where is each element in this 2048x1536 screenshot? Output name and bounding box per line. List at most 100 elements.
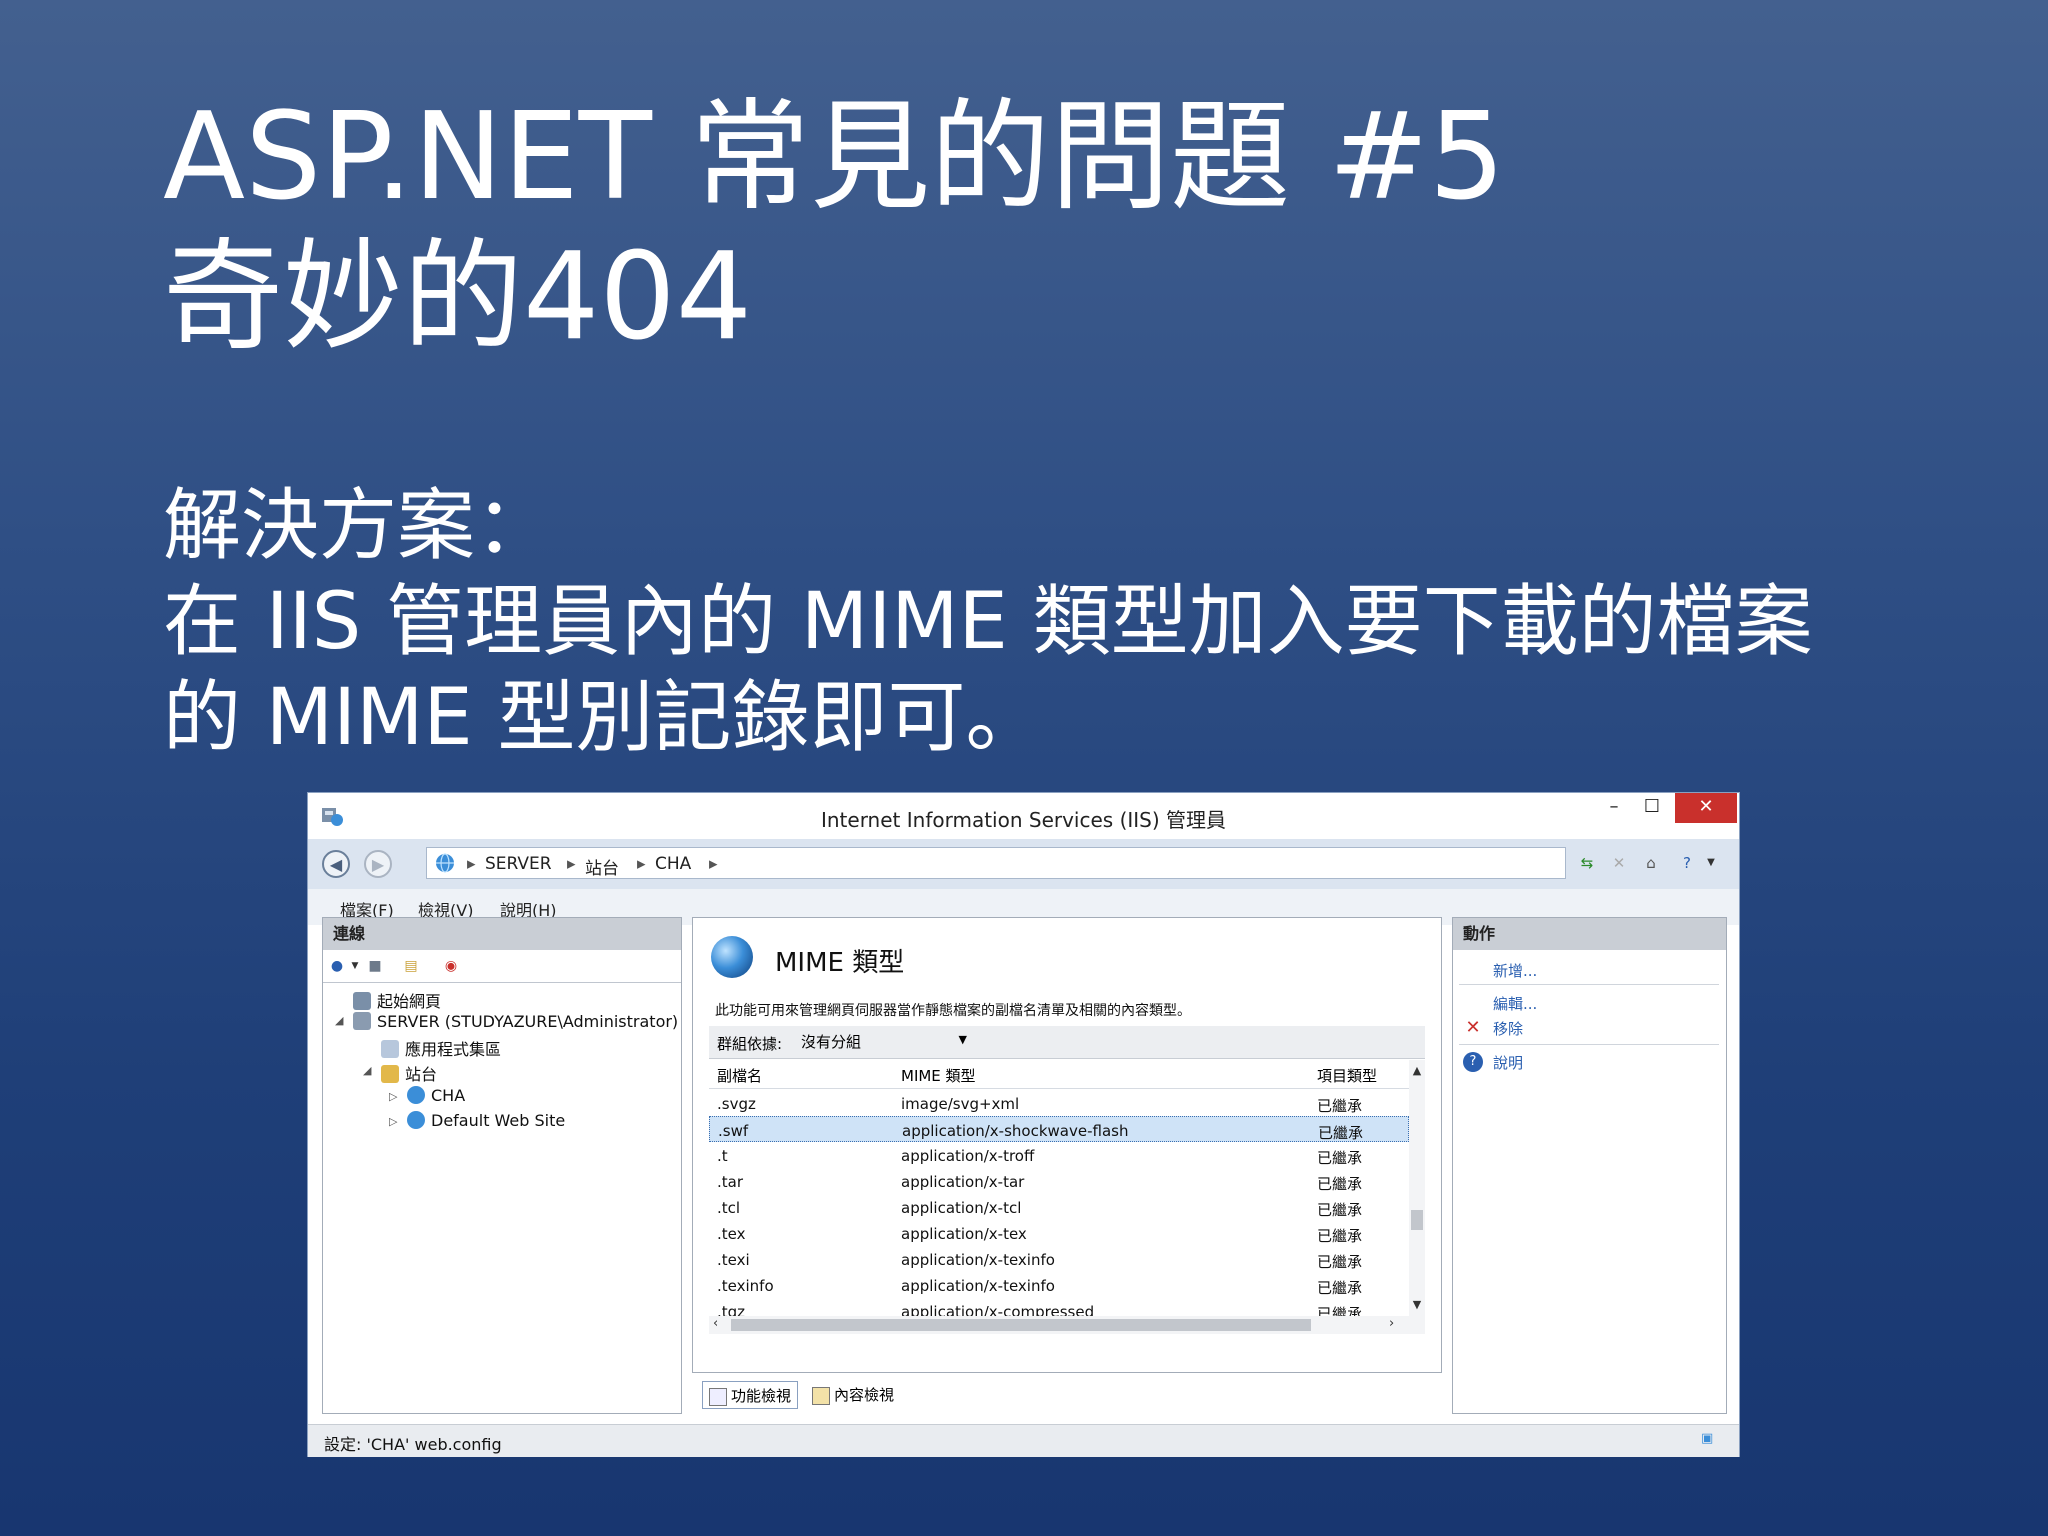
expand-arrow-icon[interactable]: ▷ [389, 1115, 397, 1128]
connect-icon[interactable]: ● [327, 956, 347, 976]
chevron-down-icon: ▼ [958, 1033, 967, 1046]
breadcrumb-sites[interactable]: 站台 [585, 854, 619, 879]
tree-app-pools[interactable]: 應用程式集區 [381, 1036, 501, 1060]
home-icon[interactable]: ⌂ [1640, 852, 1662, 874]
cell-mime-type: application/x-shockwave-flash [902, 1122, 1129, 1140]
collapse-arrow-icon[interactable]: ◢ [363, 1064, 371, 1077]
table-row-selected[interactable]: .swf application/x-shockwave-flash 已繼承 [709, 1116, 1409, 1142]
cell-extension: .texinfo [717, 1277, 774, 1295]
breadcrumb-sep-icon: ▸ [709, 854, 718, 874]
actions-header: 動作 [1453, 918, 1726, 950]
tree-label: CHA [431, 1086, 466, 1105]
slide-body: 解決方案： 在 IIS 管理員內的 MIME 類型加入要下載的檔案 的 MIME… [163, 478, 1813, 766]
slide-body-line-1: 解決方案： [163, 481, 554, 571]
action-edit[interactable]: 編輯... [1493, 993, 1537, 1014]
cell-extension: .swf [718, 1122, 749, 1140]
group-by-select[interactable]: 沒有分組 ▼ [801, 1031, 971, 1053]
table-row[interactable]: .tcl application/x-tcl 已繼承 [709, 1194, 1409, 1220]
mime-header: MIME 類型 [693, 918, 1441, 998]
scroll-left-icon[interactable]: ‹ [713, 1316, 718, 1331]
actions-pane: 動作 新增... 編輯... ✕ 移除 ? 說明 [1452, 917, 1727, 1414]
breadcrumb[interactable]: ▸ SERVER ▸ 站台 ▸ CHA ▸ [426, 847, 1566, 879]
vertical-scrollbar[interactable]: ▲ ▼ [1409, 1060, 1425, 1316]
chevron-down-icon[interactable]: ▼ [345, 956, 365, 976]
tab-features-view[interactable]: 功能檢視 [702, 1381, 799, 1409]
app-pool-icon [381, 1040, 399, 1058]
tab-label: 功能檢視 [731, 1387, 792, 1405]
tree-start-page[interactable]: 起始網頁 [353, 988, 441, 1012]
group-by-value: 沒有分組 [801, 1033, 862, 1051]
tree-label: SERVER (STUDYAZURE\Administrator) [377, 1012, 679, 1031]
table-row[interactable]: .texi application/x-texinfo 已繼承 [709, 1246, 1409, 1272]
action-add[interactable]: 新增... [1493, 960, 1537, 981]
window-title: Internet Information Services (IIS) 管理員 [820, 808, 1227, 832]
table-row[interactable]: .texinfo application/x-texinfo 已繼承 [709, 1272, 1409, 1298]
action-remove[interactable]: 移除 [1493, 1018, 1523, 1039]
mime-description: 此功能可用來管理網頁伺服器當作靜態檔案的副檔名清單及相關的內容類型。 [715, 1003, 1191, 1019]
table-row[interactable]: .tex application/x-tex 已繼承 [709, 1220, 1409, 1246]
tree-server[interactable]: SERVER (STUDYAZURE\Administrator) [353, 1012, 678, 1031]
scroll-thumb[interactable] [731, 1319, 1311, 1331]
scroll-thumb[interactable] [1411, 1210, 1423, 1230]
cell-mime-type: application/x-tex [901, 1225, 1027, 1243]
cell-extension: .svgz [717, 1095, 756, 1113]
expand-arrow-icon[interactable]: ▷ [389, 1090, 397, 1103]
connections-toolbar: ● ▼ ■ ▤ ◉ [323, 950, 681, 983]
cell-entry-type: 已繼承 [1317, 1175, 1363, 1193]
column-header-mime-type[interactable]: MIME 類型 [901, 1065, 976, 1086]
cell-extension: .texi [717, 1251, 750, 1269]
disconnect-icon[interactable]: ◉ [441, 956, 461, 976]
breadcrumb-cha[interactable]: CHA [655, 854, 691, 874]
globe-icon [711, 936, 753, 978]
breadcrumb-sep-icon: ▸ [567, 854, 576, 874]
folder-icon [381, 1065, 399, 1083]
content-view-icon [812, 1387, 830, 1405]
scroll-right-icon[interactable]: › [1389, 1316, 1394, 1331]
iis-manager-window: Internet Information Services (IIS) 管理員 … [307, 792, 1740, 1457]
divider [1459, 1044, 1719, 1045]
table-row[interactable]: .tar application/x-tar 已繼承 [709, 1168, 1409, 1194]
back-button[interactable]: ◀ [322, 850, 350, 878]
divider [1459, 984, 1719, 985]
close-button[interactable]: ✕ [1675, 793, 1737, 823]
stop-icon[interactable]: ✕ [1608, 852, 1630, 874]
column-header-entry-type[interactable]: 項目類型 [1317, 1065, 1377, 1086]
mime-types-pane: MIME 類型 此功能可用來管理網頁伺服器當作靜態檔案的副檔名清單及相關的內容類… [692, 917, 1442, 1373]
status-bar: 設定: 'CHA' web.config ▣ [308, 1424, 1739, 1457]
table-row[interactable]: .svgz image/svg+xml 已繼承 [709, 1090, 1409, 1116]
cell-mime-type: application/x-troff [901, 1147, 1035, 1165]
scroll-down-icon[interactable]: ▼ [1409, 1298, 1425, 1311]
collapse-arrow-icon[interactable]: ◢ [335, 1014, 343, 1027]
group-by-label: 群組依據: [717, 1035, 783, 1053]
forward-button[interactable]: ▶ [364, 850, 392, 878]
slide-body-line-2: 在 IIS 管理員內的 MIME 類型加入要下載的檔案 [163, 577, 1813, 667]
cell-entry-type: 已繼承 [1317, 1253, 1363, 1271]
breadcrumb-server[interactable]: SERVER [485, 854, 552, 874]
minimize-button[interactable]: – [1595, 793, 1633, 823]
help-icon[interactable]: ? [1676, 852, 1698, 874]
cell-entry-type: 已繼承 [1318, 1124, 1364, 1142]
help-icon: ? [1463, 1052, 1483, 1072]
breadcrumb-sep-icon: ▸ [637, 854, 646, 874]
save-icon[interactable]: ■ [365, 956, 385, 976]
tree-site-cha[interactable]: CHA [407, 1086, 465, 1105]
cell-entry-type: 已繼承 [1317, 1201, 1363, 1219]
tree-sites[interactable]: 站台 [381, 1061, 437, 1085]
tree-label: 起始網頁 [377, 992, 442, 1011]
scroll-up-icon[interactable]: ▲ [1409, 1064, 1425, 1077]
table-row[interactable]: .t application/x-troff 已繼承 [709, 1142, 1409, 1168]
cell-extension: .tar [717, 1173, 744, 1191]
column-header-extension[interactable]: 副檔名 [717, 1065, 762, 1086]
tree-site-default[interactable]: Default Web Site [407, 1111, 565, 1130]
chevron-down-icon[interactable]: ▼ [1700, 852, 1722, 874]
action-help[interactable]: 說明 [1493, 1052, 1523, 1073]
maximize-button[interactable]: ☐ [1633, 793, 1671, 823]
cell-mime-type: application/x-tar [901, 1173, 1025, 1191]
refresh-icon[interactable]: ⇆ [1576, 852, 1598, 874]
tab-content-view[interactable]: 內容檢視 [806, 1381, 900, 1409]
up-folder-icon[interactable]: ▤ [401, 956, 421, 976]
horizontal-scrollbar[interactable]: ‹ › [709, 1316, 1425, 1334]
remove-icon: ✕ [1465, 1017, 1481, 1038]
status-text: 設定: 'CHA' web.config [324, 1435, 502, 1454]
cell-extension: .tcl [717, 1199, 741, 1217]
